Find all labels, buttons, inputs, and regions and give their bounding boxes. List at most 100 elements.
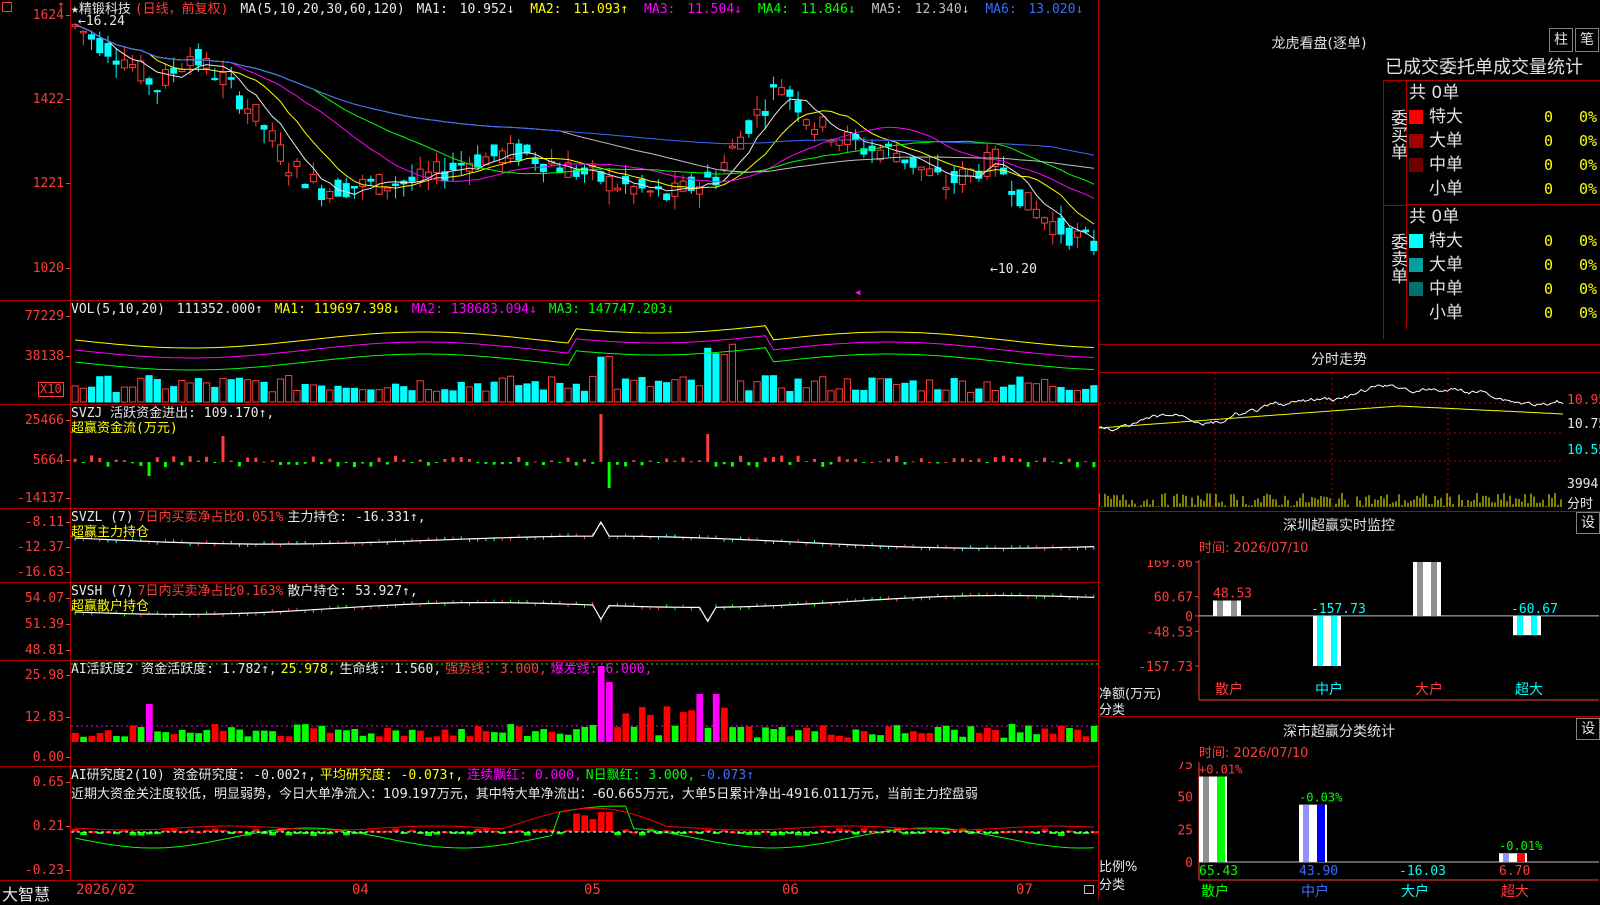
activity-bar — [671, 725, 679, 742]
color-swatch — [1409, 110, 1423, 124]
flow-bar — [821, 462, 825, 467]
flow-bar — [837, 456, 841, 462]
candle — [260, 125, 268, 130]
intraday-price: 10.55 — [1567, 443, 1600, 458]
svzj-pane[interactable]: 25466 5664 -14137 SVZJ 活跃资金进出: 109.170↑,… — [0, 404, 1098, 509]
volume-bar — [293, 390, 301, 403]
sell-row-m[interactable]: 中单 — [1409, 277, 1599, 301]
volume-bar — [613, 388, 621, 403]
volume-bar — [309, 384, 317, 403]
sell-row-s[interactable]: 小单 — [1409, 301, 1599, 325]
flow-bar — [90, 455, 94, 462]
volume-bar — [490, 381, 498, 403]
volume-pane[interactable]: 77229 38138 X10 VOL(5,10,20) 111352.000↑… — [0, 300, 1098, 405]
flow-bar — [385, 462, 389, 465]
flow-bar — [1067, 458, 1071, 462]
volume-bar — [244, 379, 252, 403]
research-bar — [860, 828, 868, 832]
y-tick: 54.07 — [24, 591, 71, 606]
y-tick: 1422 — [32, 92, 71, 107]
sell-row-xl[interactable]: 特大 — [1409, 229, 1599, 253]
volume-bar — [991, 389, 999, 403]
flow-bar — [81, 462, 85, 463]
period-label[interactable]: (日线，前复权) — [135, 2, 229, 17]
volume-bar — [87, 386, 96, 403]
ai-research-legend: AI研究度2(10) 资金研究度: -0.002↑, 平均研究度: -0.073↑… — [71, 768, 1095, 802]
volume-bar — [260, 381, 268, 403]
volume-bar — [367, 389, 375, 403]
research-bar — [474, 828, 482, 832]
intraday-chart-box[interactable]: 10.95 10.75 10.55 3994 分时 — [1099, 372, 1600, 512]
tab-bar-button[interactable]: 柱 — [1549, 28, 1573, 52]
intraday-volume: 3994 — [1567, 477, 1599, 492]
monitor-chart-box[interactable]: 169.86 60.67 0 -48.53 -157.73 48.53 散户 -157.73 中… — [1099, 560, 1600, 716]
flow-bar — [698, 460, 702, 462]
ma6-value: MA6: 13.020↓ — [985, 2, 1084, 17]
activity-bar — [260, 730, 268, 742]
volume-bar — [1016, 376, 1024, 403]
buy-row-xl[interactable]: 特大 — [1409, 105, 1599, 129]
candle — [811, 129, 819, 135]
buy-side-label: 委买单 — [1384, 81, 1407, 206]
activity-bar — [277, 735, 285, 742]
tab-tick-button[interactable]: 笔 — [1575, 28, 1599, 52]
buy-row-s[interactable]: 小单 — [1409, 177, 1599, 201]
volume-bar — [1073, 389, 1082, 403]
volume-bar — [827, 390, 835, 403]
buy-row-l[interactable]: 大单 — [1409, 129, 1599, 153]
volume-bar — [515, 385, 523, 403]
flow-bar — [270, 460, 274, 462]
corner-marker-icon[interactable] — [2, 2, 12, 12]
class-settings-button[interactable]: 设 — [1576, 718, 1600, 740]
svzl-pane[interactable]: -8.11 -12.37 -16.63 SVZL (7) 7日内买卖净占比0.05… — [0, 508, 1098, 583]
flow-bar — [369, 462, 373, 467]
activity-bar — [1041, 728, 1049, 742]
flow-bar — [492, 462, 496, 465]
flow-bar — [1018, 458, 1022, 462]
kline-pane[interactable]: 1624 1422 1221 1020 ↑ ★精锻科技 (日线，前复权) MA(5… — [0, 0, 1098, 301]
flow-bar — [813, 458, 817, 462]
flow-bar — [311, 456, 315, 462]
candle — [769, 84, 777, 88]
volume-bar — [638, 377, 646, 403]
brand-label[interactable]: 大智慧 — [2, 881, 50, 905]
ai-activity-pane[interactable]: 25.98 12.83 0.00 AI活跃度2 资金活跃度: 1.782↑, 25… — [0, 660, 1098, 767]
volume-bar — [1082, 388, 1090, 403]
color-swatch — [1409, 306, 1423, 320]
volume-bar — [153, 378, 161, 403]
y-tick: -16.63 — [17, 565, 70, 580]
volume-bar — [375, 389, 383, 403]
class-chart-box[interactable]: 75 50 25 0 +0.01% 65.43 散户 -0.03% 43.90 中户 -16.03 大… — [1099, 762, 1600, 900]
activity-bar — [655, 735, 663, 742]
activity-bar — [433, 736, 441, 742]
class-value-label: 65.43 — [1199, 864, 1238, 879]
lock-icon[interactable] — [1084, 885, 1094, 894]
research-bar — [211, 828, 219, 832]
flow-bar — [262, 461, 266, 463]
flow-bar — [730, 462, 734, 467]
svsh-pane[interactable]: 54.07 51.39 48.81 SVSH (7) 7日内买卖净占比0.163%… — [0, 582, 1098, 661]
flow-bar — [665, 458, 669, 462]
activity-bar — [203, 730, 211, 742]
ai-research-pane[interactable]: 0.65 0.21 -0.23 AI研究度2(10) 资金研究度: -0.002… — [0, 766, 1098, 880]
flow-bar — [484, 462, 488, 464]
volume-bar — [202, 382, 211, 403]
volume-bar — [901, 382, 909, 403]
activity-bar — [893, 725, 901, 742]
candle — [1065, 227, 1073, 246]
activity-bar — [721, 707, 728, 742]
kline-plot[interactable] — [71, 0, 1098, 300]
flow-bar — [1026, 462, 1030, 467]
flow-bar — [435, 462, 439, 463]
buy-row-m[interactable]: 中单 — [1409, 153, 1599, 177]
x-axis: 大智慧 2026/02 04 05 06 07 — [0, 880, 1098, 904]
color-swatch — [1409, 282, 1423, 296]
flow-bar — [147, 462, 151, 476]
activity-bar — [228, 727, 235, 742]
flow-bar — [1075, 462, 1079, 468]
sell-row-l[interactable]: 大单 — [1409, 253, 1599, 277]
svsh-legend: SVSH (7) 7日内买卖净占比0.163% 散户持仓: 53.927↑, 超赢散… — [71, 584, 418, 614]
candle — [285, 172, 293, 177]
volume-bar — [893, 383, 901, 403]
monitor-settings-button[interactable]: 设 — [1576, 512, 1600, 534]
